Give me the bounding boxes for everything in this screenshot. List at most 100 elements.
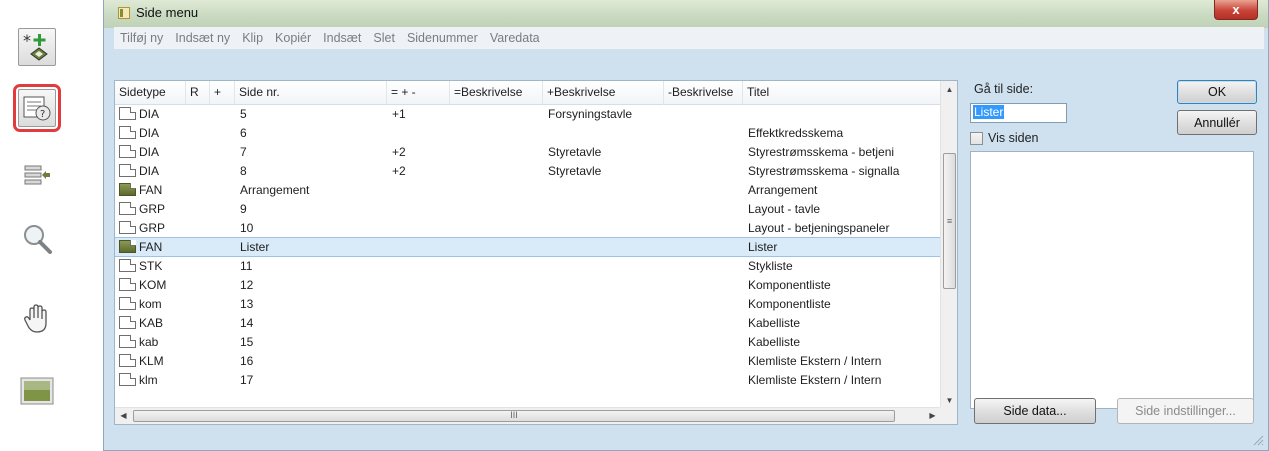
- menu-item-paste[interactable]: Indsæt: [323, 31, 361, 45]
- cell-page-type: DIA: [139, 126, 160, 140]
- table-row[interactable]: klm 17 Klemliste Ekstern / Intern: [115, 371, 941, 389]
- cell-r: [191, 181, 209, 199]
- table-row[interactable]: STK 11 Stykliste: [115, 257, 941, 275]
- table-row[interactable]: FAN Arrangement Arrangement: [115, 181, 941, 199]
- cell-r: [191, 143, 209, 161]
- page-icon: [119, 259, 136, 272]
- cell-eq-description: [455, 314, 541, 332]
- page-settings-button[interactable]: Side indstillinger...: [1117, 398, 1254, 424]
- menu-item-cut[interactable]: Klip: [242, 31, 263, 45]
- title-bar: Side menu x: [104, 0, 1268, 28]
- horizontal-scrollbar[interactable]: ◀ III ▶: [115, 407, 941, 424]
- page-menu-tool-button[interactable]: ?: [13, 84, 61, 132]
- column-header-plus[interactable]: +: [210, 81, 235, 105]
- cell-minus-description: [669, 371, 741, 389]
- column-header-plus-description[interactable]: +Beskrivelse: [543, 81, 664, 105]
- column-header-page-number[interactable]: Side nr.: [235, 81, 387, 105]
- horizontal-scroll-thumb[interactable]: III: [133, 410, 895, 422]
- cell-plus-description: [548, 257, 662, 275]
- page-icon: [119, 316, 136, 329]
- cell-eq-plus-minus: [392, 257, 447, 275]
- page-preview-list[interactable]: [970, 151, 1254, 409]
- cell-eq-plus-minus: [392, 276, 447, 294]
- table-row[interactable]: GRP 10 Layout - betjeningspaneler: [115, 219, 941, 237]
- page-icon: [119, 202, 136, 215]
- page-icon: [119, 183, 136, 196]
- cell-title: Kabelliste: [748, 316, 801, 330]
- cell-title: Layout - tavle: [748, 202, 821, 216]
- cell-page-type: GRP: [139, 221, 166, 235]
- cell-minus-description: [669, 295, 741, 313]
- cell-title: Stykliste: [748, 259, 793, 273]
- cell-plus: [215, 200, 233, 218]
- cancel-button[interactable]: Annullér: [1177, 110, 1257, 135]
- cell-plus-description: Styretavle: [548, 145, 602, 159]
- table-row[interactable]: DIA 5 +1 Forsyningstavle: [115, 105, 941, 123]
- table-row[interactable]: KOM 12 Komponentliste: [115, 276, 941, 294]
- page-icon: [119, 373, 136, 386]
- cell-page-number: 17: [240, 373, 254, 387]
- cell-eq-description: [455, 333, 541, 351]
- add-page-tool-button[interactable]: *: [18, 28, 56, 66]
- ok-button[interactable]: OK: [1177, 80, 1257, 104]
- cell-title: Styrestrømsskema - betjeni: [748, 145, 895, 159]
- column-header-eq-description[interactable]: =Beskrivelse: [450, 81, 543, 105]
- table-row[interactable]: GRP 9 Layout - tavle: [115, 200, 941, 218]
- menu-bar: Tilføj ny Indsæt ny Klip Kopiér Indsæt S…: [114, 27, 1264, 49]
- column-header-title[interactable]: Titel: [743, 81, 941, 105]
- cell-page-number: 10: [240, 221, 254, 235]
- cell-page-type: GRP: [139, 202, 166, 216]
- goto-page-input[interactable]: Lister: [970, 103, 1067, 123]
- close-button[interactable]: x: [1214, 0, 1258, 20]
- cell-page-number: 14: [240, 316, 254, 330]
- table-row[interactable]: FAN Lister Lister: [115, 237, 941, 257]
- cell-plus-description: Forsyningstavle: [548, 107, 633, 121]
- table-row[interactable]: DIA 7 +2 Styretavle Styrestrømsskema - betje…: [115, 143, 941, 161]
- image-tool-button[interactable]: [18, 372, 56, 410]
- table-row[interactable]: kom 13 Komponentliste: [115, 295, 941, 313]
- column-header-eq-plus-minus[interactable]: = + -: [387, 81, 450, 105]
- table-row[interactable]: DIA 6 Effektkredsskema: [115, 124, 941, 142]
- menu-item-add-new[interactable]: Tilføj ny: [120, 31, 163, 45]
- table-row[interactable]: KAB 14 Kabelliste: [115, 314, 941, 332]
- column-header-r[interactable]: R: [186, 81, 210, 105]
- scroll-right-icon[interactable]: ▶: [924, 408, 941, 425]
- window-title: Side menu: [136, 5, 199, 20]
- cell-page-type: kom: [139, 297, 162, 311]
- zoom-icon: [24, 225, 52, 254]
- insert-page-tool-button[interactable]: [18, 158, 56, 196]
- page-data-button[interactable]: Side data...: [974, 398, 1096, 424]
- menu-item-delete[interactable]: Slet: [373, 31, 395, 45]
- cell-page-type: klm: [139, 373, 158, 387]
- zoom-tool-button[interactable]: [18, 220, 56, 258]
- side-menu-dialog: Side menu x Tilføj ny Indsæt ny Klip Kop…: [103, 0, 1269, 451]
- menu-item-page-number[interactable]: Sidenummer: [407, 31, 478, 45]
- menu-item-insert-new[interactable]: Indsæt ny: [175, 31, 230, 45]
- column-header-page-type[interactable]: Sidetype: [115, 81, 186, 105]
- table-row[interactable]: DIA 8 +2 Styretavle Styrestrømsskema - signa…: [115, 162, 941, 180]
- show-page-checkbox[interactable]: [970, 132, 983, 145]
- table-row[interactable]: KLM 16 Klemliste Ekstern / Intern: [115, 352, 941, 370]
- cell-eq-plus-minus: [392, 295, 447, 313]
- vertical-scrollbar[interactable]: ▲ ≡ ▼: [940, 81, 957, 409]
- table-row[interactable]: kab 15 Kabelliste: [115, 333, 941, 351]
- cell-minus-description: [669, 105, 741, 123]
- page-icon: [119, 221, 136, 234]
- pan-tool-button[interactable]: [18, 300, 56, 338]
- resize-grip-icon[interactable]: [1252, 434, 1264, 446]
- vertical-scroll-thumb[interactable]: ≡: [943, 153, 956, 289]
- cell-plus: [215, 352, 233, 370]
- cell-plus: [215, 105, 233, 123]
- menu-item-item-data[interactable]: Varedata: [490, 31, 540, 45]
- cell-eq-plus-minus: [392, 124, 447, 142]
- page-menu-icon: ?: [23, 96, 51, 121]
- tool-strip: * ?: [0, 0, 80, 451]
- cell-r: [191, 295, 209, 313]
- scroll-up-icon[interactable]: ▲: [941, 81, 958, 98]
- column-header-minus-description[interactable]: -Beskrivelse: [664, 81, 743, 105]
- scroll-left-icon[interactable]: ◀: [115, 408, 132, 425]
- menu-item-copy[interactable]: Kopiér: [275, 31, 311, 45]
- cell-r: [191, 238, 209, 256]
- table-body: DIA 5 +1 Forsyningstavle DIA 6 Effektkredsskem…: [115, 105, 941, 409]
- cell-plus: [215, 181, 233, 199]
